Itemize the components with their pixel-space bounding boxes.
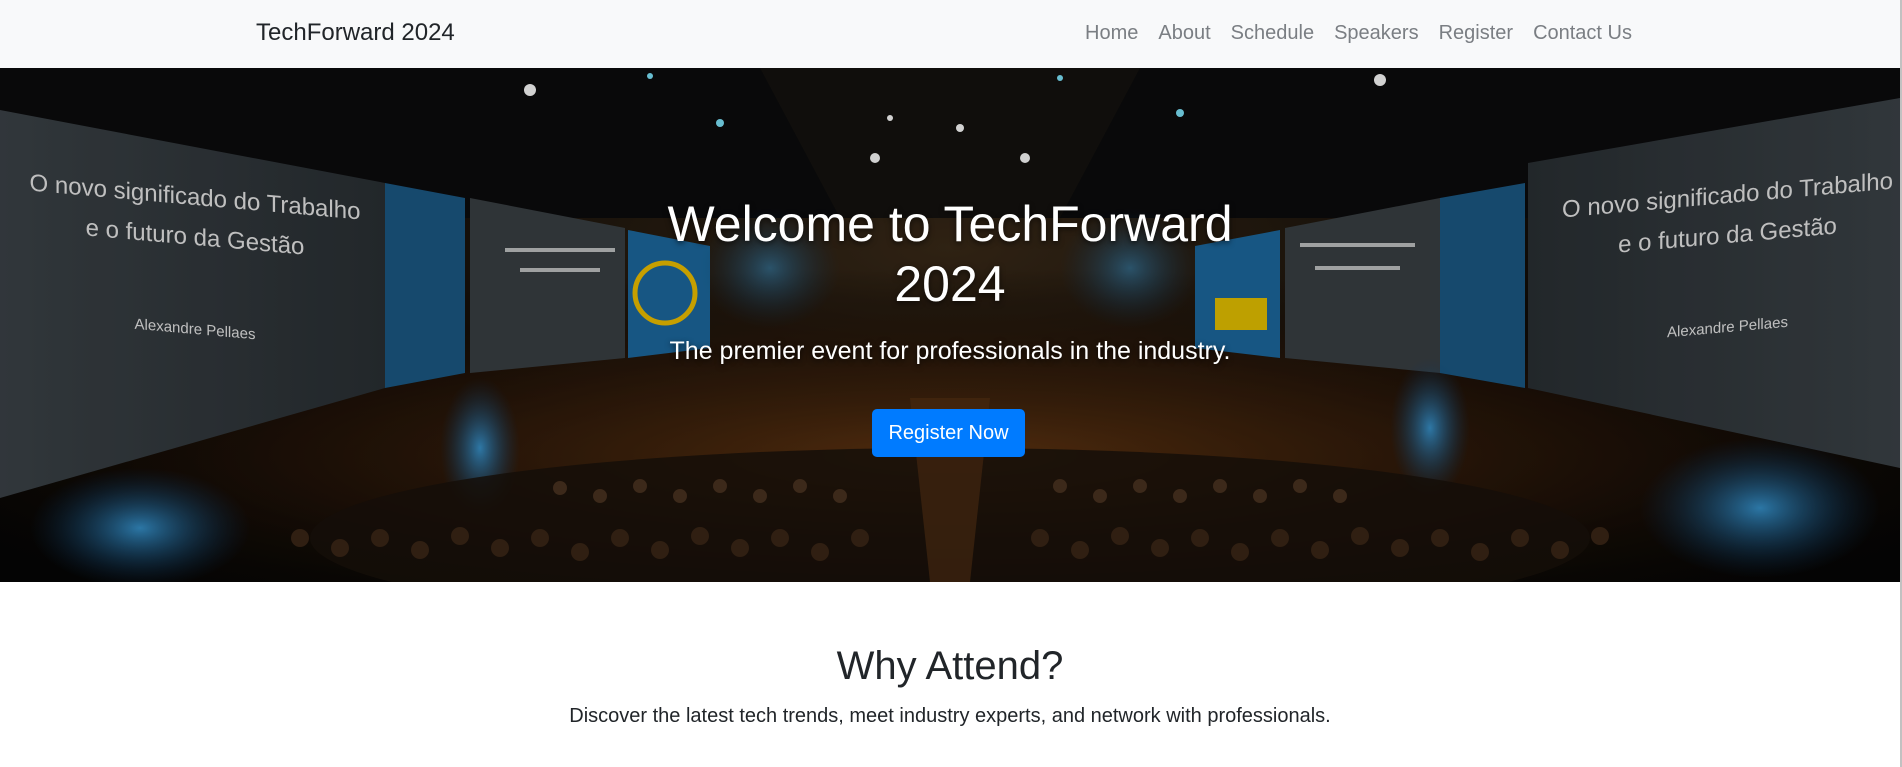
nav-link-speakers[interactable]: Speakers: [1334, 22, 1419, 44]
hero-subtitle: The premier event for professionals in t…: [669, 337, 1231, 365]
why-attend-section: Why Attend? Discover the latest tech tre…: [0, 582, 1900, 767]
hero-title: Welcome to TechForward 2024: [667, 196, 1233, 312]
nav-link-contact[interactable]: Contact Us: [1533, 22, 1632, 44]
nav-link-home[interactable]: Home: [1085, 22, 1138, 44]
navbar: TechForward 2024 Home About Schedule Spe…: [0, 0, 1900, 68]
page: TechForward 2024 Home About Schedule Spe…: [0, 0, 1902, 767]
hero-content: Welcome to TechForward 2024 The premier …: [0, 68, 1900, 582]
hero-section: O novo significado do Trabalho e o futur…: [0, 68, 1900, 582]
nav-link-register[interactable]: Register: [1439, 22, 1513, 44]
register-now-button[interactable]: Register Now: [872, 409, 1025, 457]
nav-link-about[interactable]: About: [1158, 22, 1210, 44]
why-attend-text: Discover the latest tech trends, meet in…: [569, 705, 1331, 727]
why-attend-title: Why Attend?: [836, 644, 1064, 688]
nav-links: Home About Schedule Speakers Register Co…: [1085, 20, 1632, 46]
nav-link-schedule[interactable]: Schedule: [1231, 22, 1314, 44]
brand-logo[interactable]: TechForward 2024: [256, 18, 455, 48]
